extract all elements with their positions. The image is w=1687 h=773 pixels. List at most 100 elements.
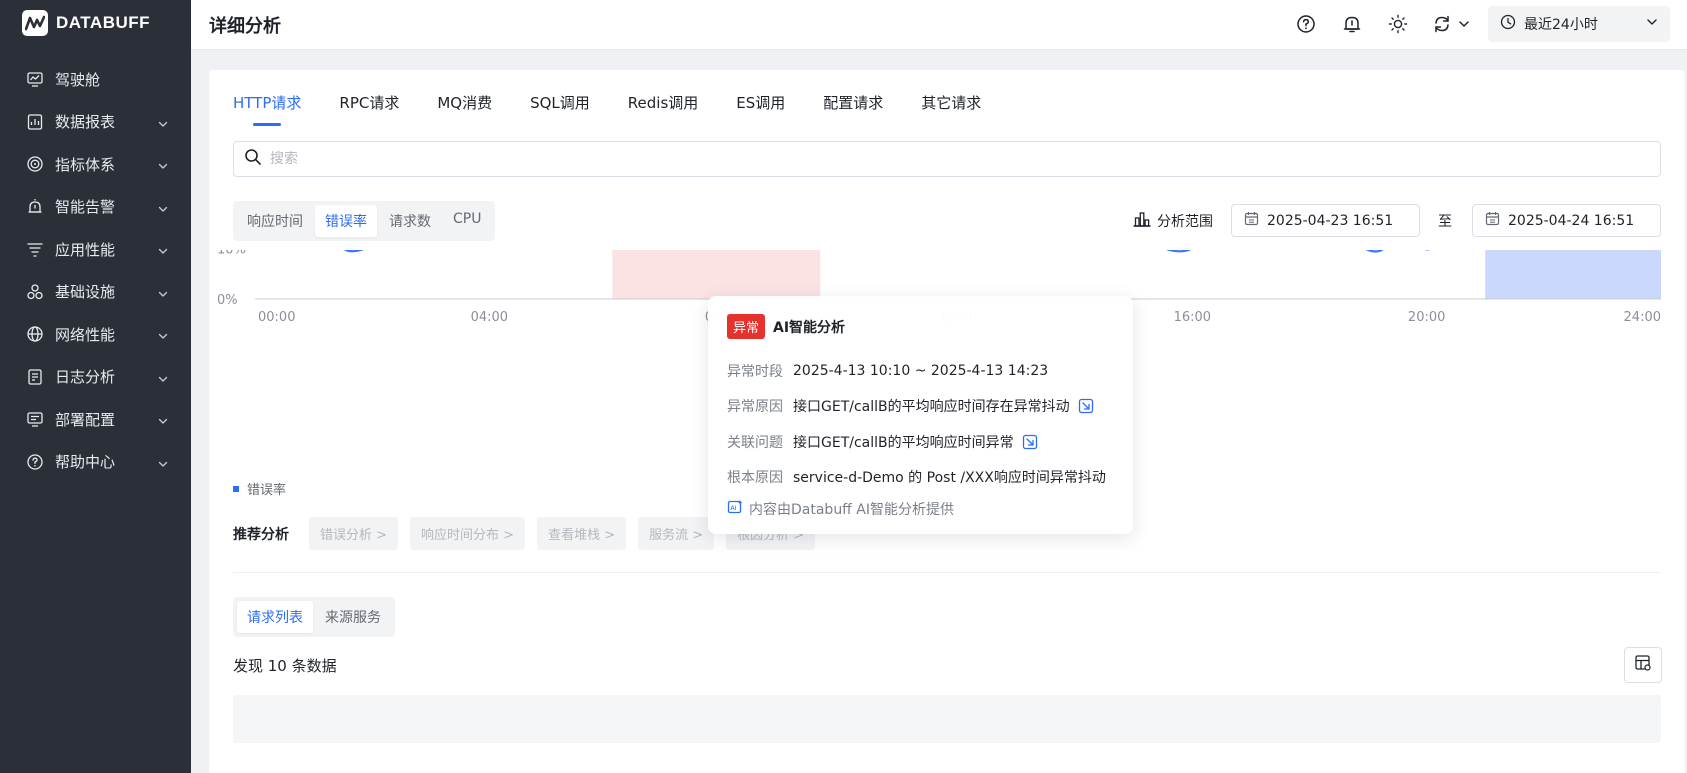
sidebar-item-9[interactable]: 帮助中心 xyxy=(0,441,191,484)
tooltip-row-value: 接口GET/callB的平均响应时间异常 xyxy=(793,434,1014,451)
tooltip-row-value: service-d-Demo 的 Post /XXX响应时间异常抖动 xyxy=(793,470,1106,487)
anomaly-band[interactable] xyxy=(612,250,821,299)
chevron-down-icon xyxy=(157,413,169,425)
time-range-picker[interactable]: 最近24小时 xyxy=(1488,6,1670,42)
x-tick-label: 00:00 xyxy=(258,310,295,325)
alert-bell-icon[interactable] xyxy=(1340,12,1364,36)
tooltip-row: 根本原因 service-d-Demo 的 Post /XXX响应时间异常抖动 xyxy=(727,460,1114,496)
list-tab-0[interactable]: 请求列表 xyxy=(237,601,313,633)
dashboard-icon xyxy=(25,69,45,89)
recommend-chip-1[interactable]: 响应时间分布 > xyxy=(410,517,526,550)
column-settings-button[interactable] xyxy=(1624,647,1662,683)
analysis-range-control[interactable]: 分析范围 xyxy=(1133,211,1213,231)
search-box[interactable] xyxy=(233,141,1661,177)
analysis-range-label: 分析范围 xyxy=(1157,214,1213,230)
deploy-icon xyxy=(25,409,45,429)
metric-option-3[interactable]: CPU xyxy=(443,205,491,237)
svg-text:AI: AI xyxy=(730,504,736,512)
tab-3[interactable]: SQL调用 xyxy=(530,92,590,124)
sidebar-item-4[interactable]: 应用性能 xyxy=(0,228,191,271)
calendar-icon xyxy=(1485,211,1500,230)
recommend-chip-2[interactable]: 查看堆栈 > xyxy=(537,517,627,550)
sidebar-item-1[interactable]: 数据报表 xyxy=(0,101,191,144)
chevron-down-icon xyxy=(1646,16,1658,32)
sidebar-item-5[interactable]: 基础设施 xyxy=(0,271,191,314)
end-date-value: 2025-04-24 16:51 xyxy=(1508,212,1635,229)
metric-option-2[interactable]: 请求数 xyxy=(379,205,441,237)
sidebar-item-label: 数据报表 xyxy=(55,113,116,132)
ai-icon: AI xyxy=(727,499,743,519)
y-tick-label: 10% xyxy=(217,250,246,257)
sidebar-item-2[interactable]: 指标体系 xyxy=(0,143,191,186)
theme-sun-icon[interactable] xyxy=(1386,12,1410,36)
start-date-picker[interactable]: 2025-04-23 16:51 xyxy=(1231,204,1420,237)
sidebar-item-0[interactable]: 驾驶舱 xyxy=(0,58,191,101)
series-line-0[interactable] xyxy=(255,250,1661,253)
search-input[interactable] xyxy=(270,151,1650,167)
sidebar-item-label: 日志分析 xyxy=(55,368,116,387)
tab-1[interactable]: RPC请求 xyxy=(339,92,399,124)
top-header: 详细分析 最近24小时 xyxy=(191,0,1687,50)
tooltip-row: 关联问题 接口GET/callB的平均响应时间异常 xyxy=(727,424,1114,460)
sidebar-item-6[interactable]: 网络性能 xyxy=(0,313,191,356)
tooltip-footer: AI 内容由Databuff AI智能分析提供 xyxy=(727,499,1114,519)
page-title: 详细分析 xyxy=(209,16,281,37)
x-tick-label: 16:00 xyxy=(1174,310,1211,325)
metric-option-0[interactable]: 响应时间 xyxy=(237,205,313,237)
recommend-chip-0[interactable]: 错误分析 > xyxy=(309,517,399,550)
sidebar-item-3[interactable]: 智能告警 xyxy=(0,186,191,229)
chevron-down-icon xyxy=(157,243,169,255)
analysis-range-band[interactable] xyxy=(1485,250,1661,299)
tab-5[interactable]: ES调用 xyxy=(736,92,785,124)
result-count: 发现 10 条数据 xyxy=(233,657,337,675)
tab-0[interactable]: HTTP请求 xyxy=(233,92,301,126)
metric-option-1[interactable]: 错误率 xyxy=(315,205,377,237)
recommend-chip-3[interactable]: 服务流 > xyxy=(638,517,715,550)
sidebar-item-label: 部署配置 xyxy=(55,410,116,429)
tab-4[interactable]: Redis调用 xyxy=(628,92,698,124)
chevron-down-icon xyxy=(157,328,169,340)
sidebar-item-8[interactable]: 部署配置 xyxy=(0,398,191,441)
sidebar: DATABUFF 驾驶舱数据报表指标体系智能告警应用性能基础设施 网络性能日志分析… xyxy=(0,0,191,773)
apm-icon xyxy=(25,239,45,259)
tooltip-title: AI智能分析 xyxy=(773,319,846,336)
header-actions xyxy=(1294,12,1474,36)
app-logo[interactable]: DATABUFF xyxy=(22,9,150,37)
sidebar-item-label: 帮助中心 xyxy=(55,453,116,472)
help-icon xyxy=(25,452,45,472)
chart-legend[interactable]: 错误率 xyxy=(233,479,286,498)
tab-2[interactable]: MQ消费 xyxy=(437,92,492,124)
sidebar-item-label: 应用性能 xyxy=(55,240,116,259)
date-separator: 至 xyxy=(1438,214,1452,230)
tooltip-row-key: 异常原因 xyxy=(727,399,783,416)
tooltip-row-value: 2025-4-13 10:10 ~ 2025-4-13 14:23 xyxy=(793,362,1049,379)
alarm-icon xyxy=(25,197,45,217)
tab-7[interactable]: 其它请求 xyxy=(921,92,981,124)
column-settings-icon xyxy=(1634,654,1652,676)
end-date-picker[interactable]: 2025-04-24 16:51 xyxy=(1472,204,1661,237)
jump-link-icon[interactable] xyxy=(1078,398,1094,414)
chevron-down-icon xyxy=(157,456,169,468)
list-tab-1[interactable]: 来源服务 xyxy=(315,601,391,633)
x-tick-label: 04:00 xyxy=(471,310,508,325)
sidebar-menu: 驾驶舱数据报表指标体系智能告警应用性能基础设施 网络性能日志分析部署配置帮助中心 xyxy=(0,58,191,483)
legend-label: 错误率 xyxy=(247,483,287,498)
tab-6[interactable]: 配置请求 xyxy=(823,92,883,124)
clock-icon xyxy=(1500,14,1516,34)
infra-icon xyxy=(25,282,45,302)
sidebar-item-label: 指标体系 xyxy=(55,155,116,174)
recommend-title: 推荐分析 xyxy=(233,526,289,543)
sidebar-item-7[interactable]: 日志分析 xyxy=(0,356,191,399)
search-icon xyxy=(244,148,262,170)
x-tick-label: 20:00 xyxy=(1408,310,1445,325)
tooltip-row-key: 关联问题 xyxy=(727,434,783,451)
request-type-tabs: HTTP请求 RPC请求 MQ消费 SQL调用 Redis调用 ES调用 配置请求 其它请求 xyxy=(233,92,981,126)
network-icon xyxy=(25,324,45,344)
x-tick-label: 24:00 xyxy=(1624,310,1661,325)
refresh-icon[interactable] xyxy=(1432,12,1474,36)
jump-link-icon[interactable] xyxy=(1022,434,1038,450)
sidebar-item-label: 驾驶舱 xyxy=(55,70,101,89)
help-icon[interactable] xyxy=(1294,12,1318,36)
chevron-down-icon xyxy=(157,158,169,170)
report-icon xyxy=(25,112,45,132)
